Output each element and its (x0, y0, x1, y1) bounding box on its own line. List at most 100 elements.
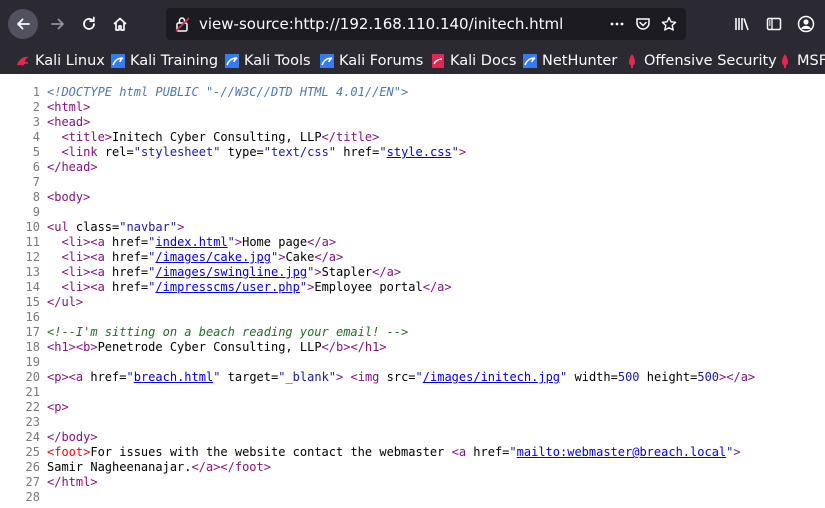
source-token: </head> (47, 160, 98, 174)
source-token: For issues with the website contact the … (90, 445, 452, 459)
bookmarks-toolbar: Kali Linux Kali Training Kali Tools Kali… (0, 48, 825, 74)
source-link[interactable]: /images/swingline.jpg (155, 265, 307, 279)
source-line: 26 Samir Nagheenanajar.</a></foot> (0, 460, 825, 475)
star-icon[interactable] (656, 8, 682, 40)
source-token: " (227, 235, 235, 249)
offsec-icon (777, 53, 793, 69)
source-token: width= (567, 370, 618, 384)
source-token: > (458, 145, 467, 159)
bookmark-kali-training[interactable]: Kali Training (110, 48, 218, 74)
source-token: </html> (47, 475, 98, 489)
source-token: <li><a (61, 250, 113, 264)
source-code: <!DOCTYPE html PUBLIC "-//W3C//DTD HTML … (47, 85, 408, 100)
source-link[interactable]: /images/cake.jpg (155, 250, 271, 264)
ellipsis-icon[interactable] (604, 8, 630, 40)
line-number: 17 (25, 325, 40, 339)
line-number: 11 (25, 235, 40, 249)
source-token: <img (350, 370, 387, 384)
url-text[interactable]: view-source:http://192.168.110.140/inite… (199, 8, 563, 40)
toolbar-right (726, 8, 822, 40)
browser-toolbar: view-source:http://192.168.110.140/inite… (0, 0, 825, 48)
source-token: </body> (47, 430, 98, 444)
source-link[interactable]: breach.html (134, 370, 213, 384)
source-line: 12 <li><a href="/images/cake.jpg">Cake</… (0, 250, 825, 265)
source-link[interactable]: /impresscms/user.php (155, 280, 300, 294)
sidebar-icon[interactable] (758, 8, 790, 40)
source-code: <li><a href="/images/cake.jpg">Cake</a> (47, 250, 343, 265)
line-number: 1 (32, 85, 40, 99)
account-icon[interactable] (790, 8, 822, 40)
source-token: <link (61, 145, 105, 159)
pocket-icon[interactable] (630, 8, 656, 40)
source-token: </b></h1> (321, 340, 387, 354)
source-token: src= (386, 370, 416, 384)
source-token: <head> (47, 115, 91, 129)
source-line: 25 <foot>For issues with the website cont… (0, 445, 825, 460)
bookmark-kali-tools[interactable]: Kali Tools (224, 48, 311, 74)
source-line: 13 <li><a href="/images/swingline.jpg">S… (0, 265, 825, 280)
line-number: 10 (25, 220, 40, 234)
bookmark-label: Kali Docs (450, 53, 517, 69)
source-token: </a> (314, 250, 344, 264)
source-line: 8 <body> (0, 190, 825, 205)
source-token: "_blank" (278, 370, 337, 384)
source-code: <head> (47, 115, 90, 130)
bookmark-nethunter[interactable]: NetHunter (522, 48, 617, 74)
source-link[interactable]: style.css (387, 145, 452, 159)
source-token: Initech Cyber Consulting, LLP (112, 130, 322, 144)
line-number: 28 (25, 490, 40, 504)
source-link[interactable]: /images/initech.jpg (423, 370, 560, 384)
source-code: <p> (47, 400, 69, 415)
forward-button[interactable] (43, 9, 73, 39)
url-bar[interactable]: view-source:http://192.168.110.140/inite… (166, 8, 686, 40)
line-number: 12 (25, 250, 40, 264)
source-code: </ul> (47, 295, 83, 310)
source-token: </a></foot> (191, 460, 271, 474)
kali-tile-icon (224, 53, 240, 69)
source-code: <body> (47, 190, 90, 205)
source-link[interactable]: index.html (155, 235, 227, 249)
back-button[interactable] (8, 9, 38, 39)
line-number: 4 (32, 130, 40, 144)
home-button[interactable] (105, 9, 135, 39)
source-token: <title> (61, 130, 113, 144)
source-token: <li><a (61, 235, 113, 249)
source-token: " (415, 370, 423, 384)
view-source-content: 1 <!DOCTYPE html PUBLIC "-//W3C//DTD HTML… (0, 78, 825, 508)
line-number: 2 (32, 100, 40, 114)
bookmark-label: Kali Training (130, 53, 219, 69)
source-token: ></a> (719, 370, 756, 384)
source-token: target= (220, 370, 279, 384)
source-token: <ul (47, 220, 76, 234)
line-number: 25 (25, 445, 40, 459)
source-line: 24 </body> (0, 430, 825, 445)
source-line: 10 <ul class="navbar"> (0, 220, 825, 235)
source-token: rel= (104, 145, 134, 159)
bookmark-offensive-security[interactable]: Offensive Security (624, 48, 777, 74)
library-icon[interactable] (726, 8, 758, 40)
bookmark-kali-linux[interactable]: Kali Linux (15, 48, 105, 74)
source-link[interactable]: mailto:webmaster@breach.local (517, 445, 727, 459)
source-token: "navbar" (119, 220, 178, 234)
source-token: <body> (47, 190, 91, 204)
bookmark-kali-forums[interactable]: Kali Forums (319, 48, 423, 74)
bookmark-label: Kali Tools (244, 53, 311, 69)
reload-button[interactable] (74, 9, 104, 39)
source-token: </a> (307, 235, 337, 249)
source-line: 6 </head> (0, 160, 825, 175)
source-token: "stylesheet" (133, 145, 221, 159)
source-token: > (733, 445, 741, 459)
source-token: type= (220, 145, 264, 159)
source-token: <!DOCTYPE html PUBLIC "-//W3C//DTD HTML … (47, 85, 409, 99)
broken-lock-icon[interactable] (174, 15, 192, 37)
source-line: 19 (0, 355, 825, 370)
source-token: height= (639, 370, 698, 384)
bookmark-msf[interactable]: MSF (777, 48, 825, 74)
line-number: 27 (25, 475, 40, 489)
source-line: 18 <h1><b>Penetrode Cyber Consulting, LLP… (0, 340, 825, 355)
source-token: Employee portal (314, 280, 423, 294)
source-code: <p><a href="breach.html" target="_blank"… (47, 370, 755, 385)
bookmark-kali-docs[interactable]: Kali Docs (430, 48, 516, 74)
source-token: " (379, 145, 387, 159)
source-token (47, 130, 61, 144)
